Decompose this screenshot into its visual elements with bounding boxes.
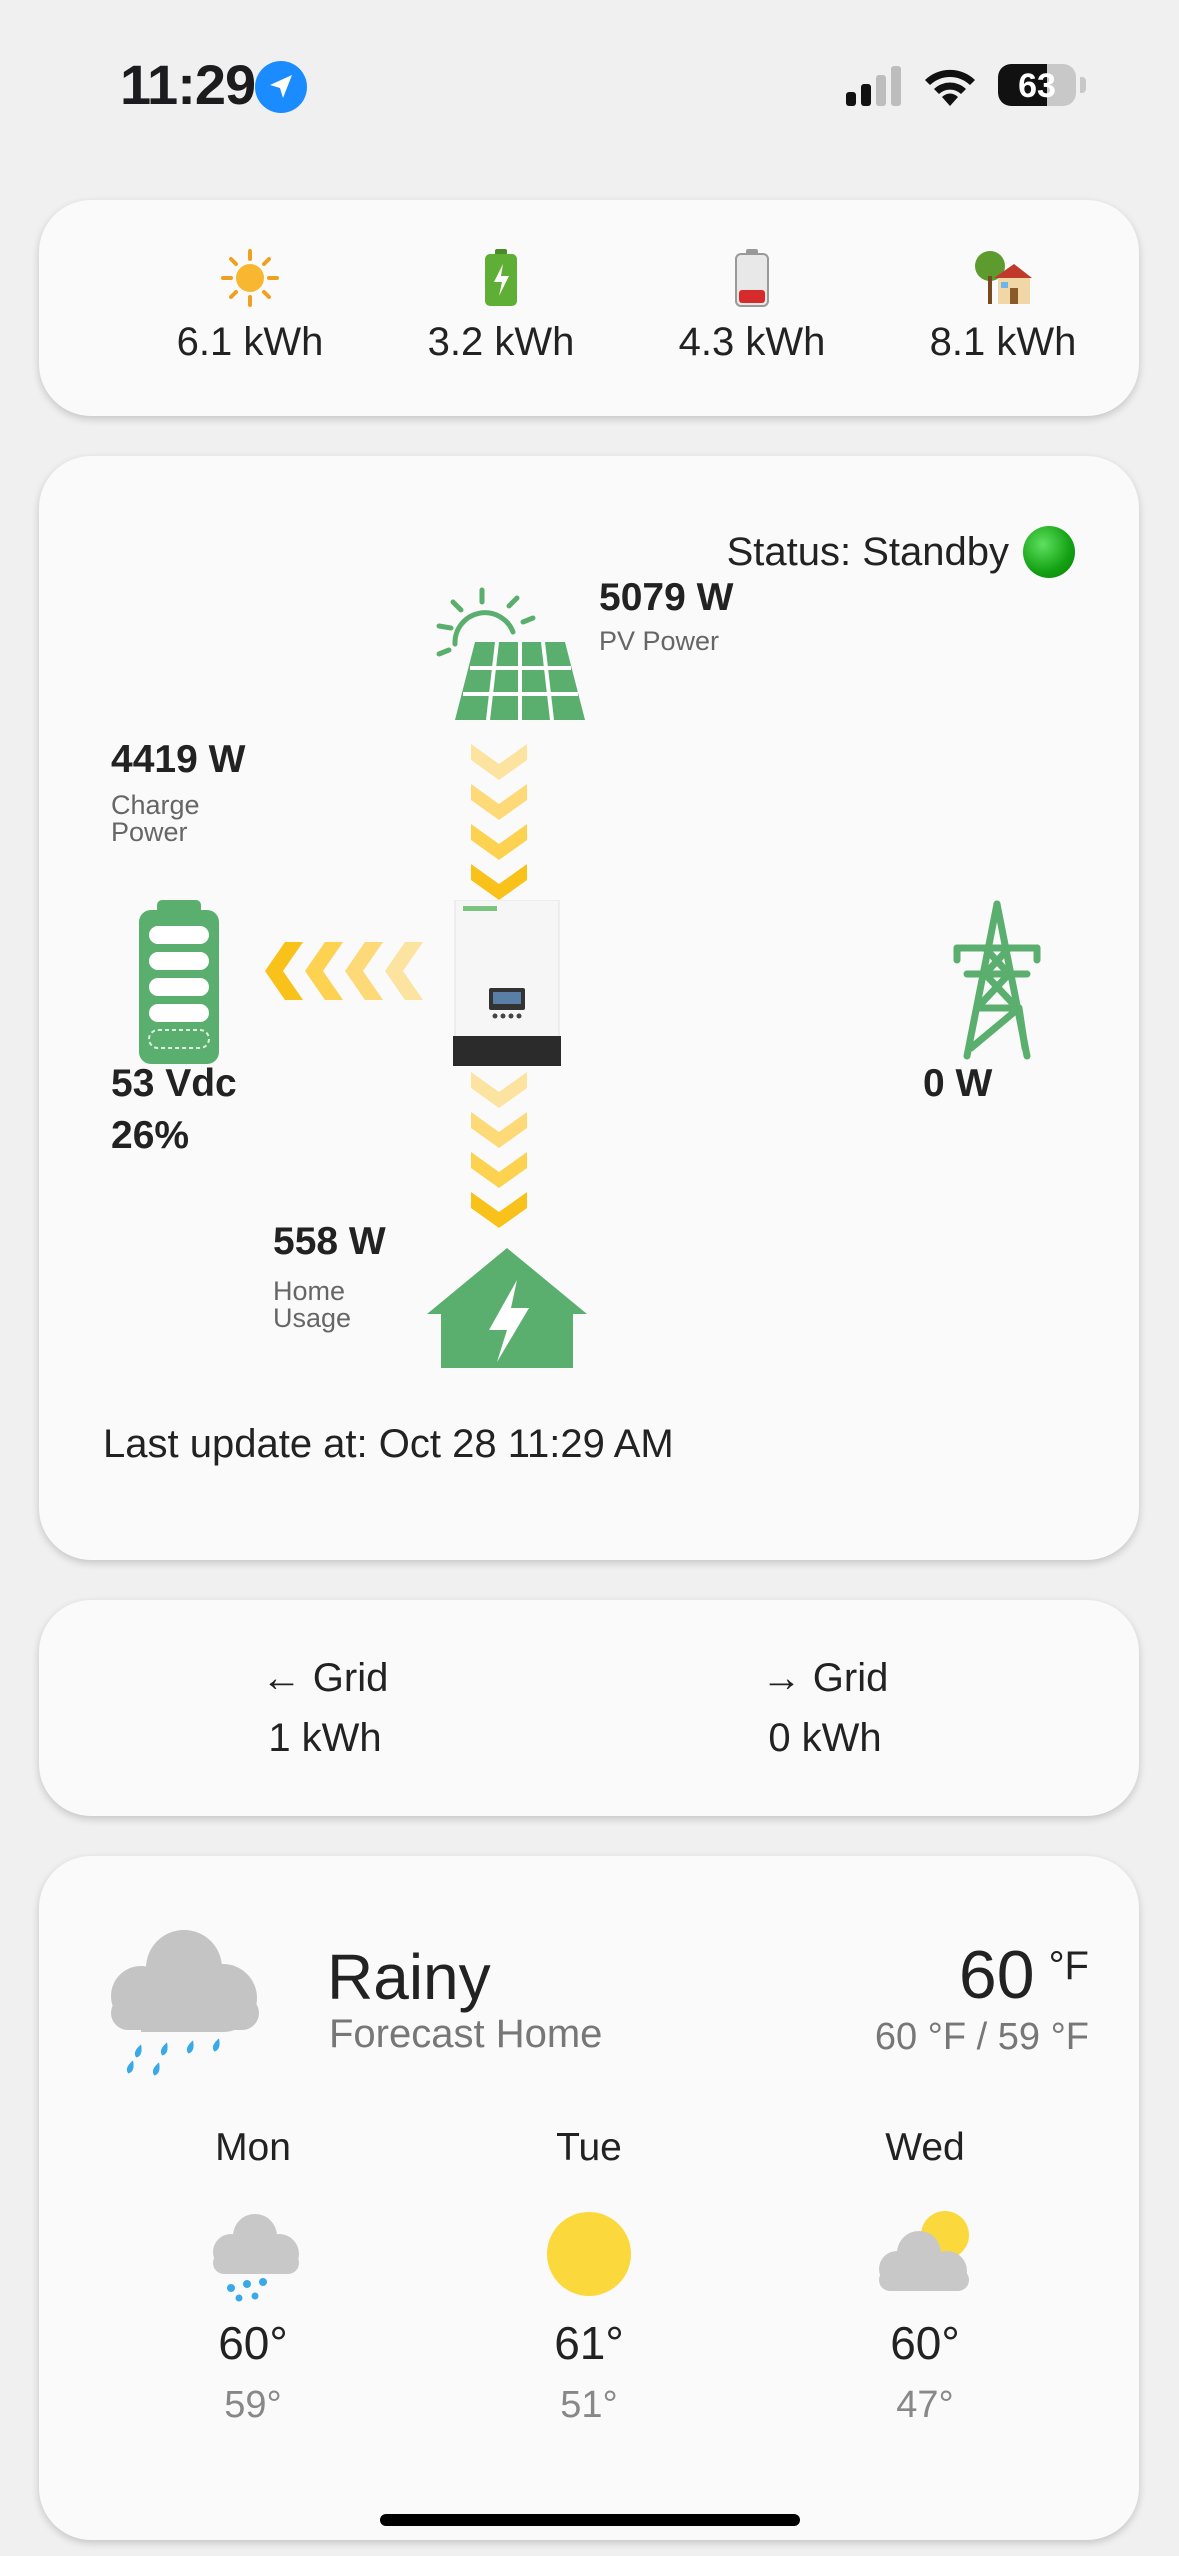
home-flow-arrows (469, 1070, 529, 1230)
pv-flow-arrows (469, 742, 529, 902)
weather-condition: Rainy (327, 1941, 491, 2013)
summary-item-charge: 3.2 kWh (376, 200, 626, 365)
grid-import-value: 1 kWh (268, 1716, 382, 1760)
forecast-day-name: Tue (556, 2126, 622, 2169)
current-temperature: 60 °F (959, 1936, 1089, 2014)
inverter-icon (453, 899, 561, 1067)
location-arrow-icon (255, 61, 307, 113)
solar-energy-value: 6.1 kWh (176, 320, 324, 364)
forecast-high: 60° (890, 2317, 960, 2369)
forecast-high: 61° (554, 2317, 624, 2369)
grid-energy-card: ← Grid 1 kWh → Grid 0 kWh (39, 1600, 1139, 1816)
battery-cap (1080, 77, 1086, 93)
status-dot (1023, 526, 1075, 578)
battery-charging-icon (376, 248, 626, 308)
clock: 11:29 (120, 53, 256, 116)
forecast-day-tue: Tue 61° 51° (479, 2126, 699, 2427)
discharge-energy-value: 4.3 kWh (678, 320, 826, 364)
charge-flow-arrows (263, 940, 429, 1002)
charge-power-value: 4419 W (111, 738, 246, 781)
wifi-icon (922, 62, 978, 108)
status-indicator: Status: Standby (727, 526, 1075, 578)
grid-export-label: → Grid (761, 1656, 889, 1700)
cellular-signal-icon (846, 66, 906, 106)
house-with-tree-icon (878, 248, 1128, 308)
grid-tower-icon (949, 900, 1045, 1060)
rain-cloud-icon (99, 1920, 263, 2076)
pv-power-value: 5079 W (599, 576, 734, 619)
forecast-high: 60° (218, 2317, 288, 2369)
home-usage-label-line2: Usage (273, 1303, 352, 1333)
forecast-low: 59° (224, 2384, 282, 2426)
home-usage-label-line1: Home (273, 1276, 346, 1306)
status-text: Status: Standby (726, 529, 1009, 574)
solar-panel-icon (425, 584, 589, 724)
forecast-day-name: Mon (215, 2126, 291, 2169)
temperature-range: 60 °F / 59 °F (874, 2016, 1089, 2058)
summary-item-solar: 6.1 kWh (125, 200, 375, 365)
weather-card[interactable]: Rainy Forecast Home 60 °F 60 °F / 59 °F … (39, 1856, 1139, 2540)
summary-item-discharge: 4.3 kWh (627, 200, 877, 365)
grid-export-value: 0 kWh (768, 1716, 882, 1760)
charge-energy-value: 3.2 kWh (427, 320, 575, 364)
summary-item-home: 8.1 kWh (878, 200, 1128, 365)
forecast-day-mon: Mon 60° 59° (143, 2126, 363, 2427)
forecast-day-name: Wed (885, 2126, 965, 2169)
partly-cloudy-icon (815, 2192, 1035, 2316)
home-usage-value: 558 W (273, 1220, 386, 1263)
weather-location: Forecast Home (329, 2012, 603, 2056)
battery-level: 63 (1018, 67, 1056, 105)
home-energy-value: 8.1 kWh (929, 320, 1077, 364)
battery-icon: 63 (998, 64, 1076, 106)
energy-summary-card: 6.1 kWh 3.2 kWh 4.3 kWh 8.1 kWh (39, 200, 1139, 416)
charge-power-label-line1: Charge (111, 790, 200, 820)
grid-import: ← Grid 1 kWh (175, 1648, 475, 1768)
battery-icon (139, 900, 219, 1064)
power-flow-card: Status: Standby 5079 W PV Power 4419 W C… (39, 456, 1139, 1560)
battery-voltage: 53 Vdc (111, 1062, 237, 1105)
sun-icon (125, 248, 375, 308)
forecast-low: 51° (560, 2384, 618, 2426)
home-icon (425, 1246, 589, 1370)
forecast-low: 47° (896, 2384, 954, 2426)
rain-cloud-icon (143, 2192, 363, 2316)
pv-power-label: PV Power (599, 626, 720, 656)
battery-low-icon (627, 248, 877, 308)
grid-export: → Grid 0 kWh (675, 1648, 975, 1768)
sun-icon (479, 2192, 699, 2316)
grid-power-value: 0 W (923, 1062, 993, 1105)
last-update-text: Last update at: Oct 28 11:29 AM (103, 1422, 674, 1466)
charge-power-label-line2: Power (111, 817, 188, 847)
temperature-unit: °F (1048, 1944, 1089, 1988)
battery-soc: 26% (111, 1114, 190, 1157)
grid-import-label: ← Grid (261, 1656, 389, 1700)
home-indicator[interactable] (380, 2514, 800, 2526)
temperature-value: 60 (958, 1937, 1035, 2013)
forecast-day-wed: Wed 60° 47° (815, 2126, 1035, 2427)
